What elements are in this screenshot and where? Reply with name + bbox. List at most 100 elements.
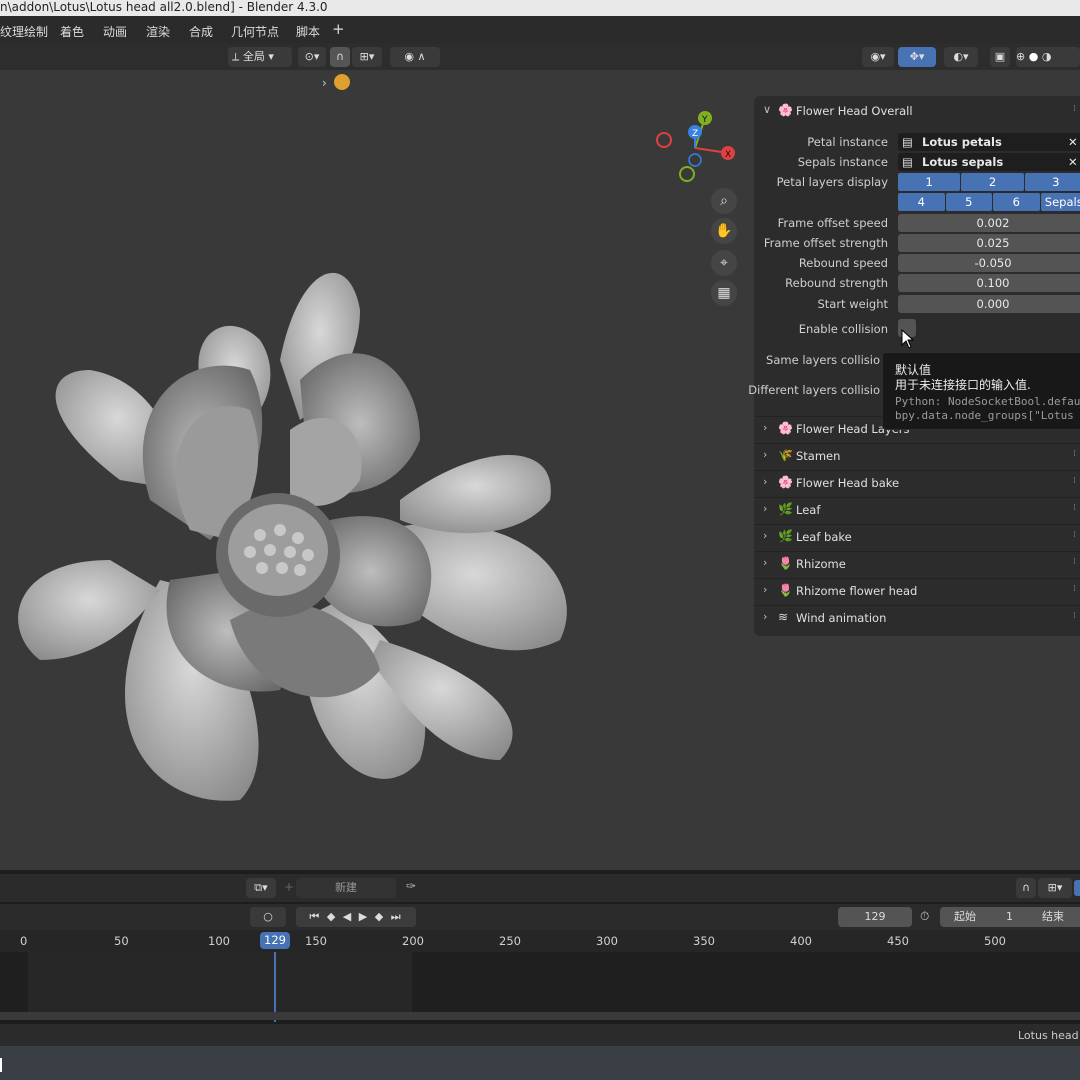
snap-toggle[interactable]: ∩	[1016, 878, 1036, 898]
pin-icon[interactable]: ✑	[406, 879, 416, 893]
add-workspace-button[interactable]: +	[332, 20, 345, 38]
play-icon[interactable]: ▶	[359, 910, 369, 923]
filter-toggle[interactable]	[1074, 880, 1080, 896]
drag-handle-icon[interactable]: ⁞	[1073, 449, 1076, 459]
frame-ruler[interactable]: 0 50 100 150 200 250 300 350 400 450 500…	[0, 930, 1080, 952]
end-frame-field[interactable]: 结束	[1034, 907, 1080, 927]
editor-type-dropdown[interactable]: ⧉▾	[246, 878, 276, 898]
layer-button-4[interactable]: 4	[898, 193, 945, 211]
layer-button-2[interactable]: 2	[961, 173, 1024, 191]
collection-icon: ▤	[902, 155, 913, 169]
panel-header-rhizome-flower-head[interactable]: › 🌷 Rhizome flower head ⁞	[754, 578, 1080, 603]
close-icon[interactable]: ✕	[1068, 133, 1078, 151]
jump-start-icon[interactable]: ⏮	[309, 910, 321, 923]
layer-button-5[interactable]: 5	[945, 193, 992, 211]
tab-animation[interactable]: 动画	[103, 23, 127, 40]
auto-keying-toggle[interactable]: ○	[250, 907, 286, 927]
tab-geometry-nodes[interactable]: 几何节点	[231, 23, 279, 40]
current-frame-field[interactable]: 129	[838, 907, 912, 927]
proportional-editing[interactable]: ◉ ∧	[390, 47, 440, 67]
panel-header-stamen[interactable]: › 🌾 Stamen ⁞	[754, 443, 1080, 468]
navigation-gizmo[interactable]: X Y Z	[650, 108, 740, 188]
frame-tick: 50	[114, 934, 129, 948]
petal-instance-field[interactable]: ▤ Lotus petals ✕	[898, 133, 1080, 151]
layer-button-sepals[interactable]: Sepals	[1040, 193, 1080, 211]
drag-handle-icon[interactable]: ⁞	[1073, 611, 1076, 621]
shading-mode-group[interactable]: ⊕ ● ◑	[1016, 47, 1080, 67]
close-icon[interactable]: ✕	[1068, 153, 1078, 171]
pivot-point-dropdown[interactable]: ⊙▾	[298, 47, 326, 67]
rebound-strength-label: Rebound strength	[785, 276, 888, 290]
tab-rendering[interactable]: 渲染	[146, 23, 170, 40]
snap-target-dropdown[interactable]: ⊞▾	[352, 47, 382, 67]
panel-header-flower-head-bake[interactable]: › 🌸 Flower Head bake ⁞	[754, 470, 1080, 495]
drag-handle-icon[interactable]: ⁞	[1073, 503, 1076, 513]
panel-header-wind-animation[interactable]: › ≋ Wind animation ⁞	[754, 605, 1080, 630]
chevron-right-icon: ›	[763, 475, 768, 488]
panel-header-rhizome[interactable]: › 🌷 Rhizome ⁞	[754, 551, 1080, 576]
drag-handle-icon[interactable]: ⁞	[1073, 530, 1076, 540]
chevron-right-icon: ›	[763, 610, 768, 623]
play-reverse-icon[interactable]: ◀	[343, 910, 353, 923]
snap-toggle[interactable]: ∩	[330, 47, 350, 67]
layer-button-1[interactable]: 1	[898, 173, 961, 191]
section-title: Leaf	[796, 503, 821, 517]
drag-handle-icon[interactable]: ⁞	[1073, 104, 1076, 114]
stopwatch-icon[interactable]: ⏱	[920, 909, 929, 924]
frame-offset-speed-field[interactable]: 0.002	[898, 214, 1080, 232]
layer-button-3[interactable]: 3	[1024, 173, 1080, 191]
frame-offset-strength-field[interactable]: 0.025	[898, 234, 1080, 252]
jump-end-icon[interactable]: ⏭	[391, 910, 403, 923]
pivot-icon: ⊙▾	[304, 50, 320, 63]
sepals-instance-field[interactable]: ▤ Lotus sepals ✕	[898, 153, 1080, 171]
start-frame-field[interactable]: 起始 1	[940, 907, 1046, 927]
playhead-marker[interactable]: 129	[260, 932, 290, 949]
material-preview-icon[interactable]	[334, 74, 350, 90]
transform-orientation-dropdown[interactable]: ⟂ 全局 ▾	[228, 47, 292, 67]
drag-handle-icon[interactable]: ⁞	[1073, 584, 1076, 594]
stamen-icon: 🌾	[778, 448, 793, 462]
tab-texture-paint[interactable]: 纹理绘制	[0, 23, 48, 40]
panel-header-flower-head-overall[interactable]: ∨ 🌸 Flower Head Overall ⁞	[754, 99, 1080, 123]
panel-header-leaf-bake[interactable]: › 🌿 Leaf bake ⁞	[754, 524, 1080, 549]
drag-handle-icon[interactable]: ⁞	[1073, 476, 1076, 486]
tab-compositing[interactable]: 合成	[189, 23, 213, 40]
timeline-scrollbar[interactable]	[0, 1012, 1080, 1020]
gizmo-icon: ✥▾	[909, 50, 925, 63]
rebound-strength-field[interactable]: 0.100	[898, 274, 1080, 292]
panel-header-leaf[interactable]: › 🌿 Leaf ⁞	[754, 497, 1080, 522]
panel-title: Flower Head Overall	[796, 104, 913, 118]
tab-shading[interactable]: 着色	[60, 23, 84, 40]
prev-keyframe-icon[interactable]: ◆	[327, 910, 337, 923]
drag-handle-icon[interactable]: ⁞	[1073, 557, 1076, 567]
timeline-tracks[interactable]	[0, 952, 1080, 1022]
material-shading-icon[interactable]: ◑	[1042, 50, 1052, 63]
add-icon[interactable]: +	[284, 880, 294, 894]
overlay-toggle[interactable]: ◐▾	[944, 47, 978, 67]
section-title: Rhizome flower head	[796, 584, 918, 598]
next-keyframe-icon[interactable]: ◆	[375, 910, 385, 923]
start-weight-field[interactable]: 0.000	[898, 295, 1080, 313]
visibility-dropdown[interactable]: ◉▾	[862, 47, 894, 67]
zoom-icon[interactable]: ⌕	[711, 188, 737, 214]
taskbar-indicator	[0, 1058, 2, 1072]
collapse-arrow-icon[interactable]: ›	[322, 76, 327, 90]
gizmo-y-label: Y	[701, 115, 708, 125]
solid-shading-icon[interactable]: ●	[1029, 50, 1039, 63]
petal-layers-label: Petal layers display	[776, 175, 888, 189]
grid-view-icon[interactable]: ▦	[711, 280, 737, 306]
rebound-speed-field[interactable]: -0.050	[898, 254, 1080, 272]
playback-controls: ○ ⏮ ◆ ◀ ▶ ◆ ⏭ 129 ⏱ 起始 1 结束	[0, 904, 1080, 930]
camera-icon[interactable]: ⌖	[711, 250, 737, 276]
xray-toggle[interactable]: ▣	[990, 47, 1010, 67]
tab-scripting[interactable]: 脚本	[296, 23, 320, 40]
frame-tick: 100	[208, 934, 230, 948]
gizmo-toggle[interactable]: ✥▾	[898, 47, 936, 67]
sepals-instance-label: Sepals instance	[797, 155, 888, 169]
wireframe-shading-icon[interactable]: ⊕	[1016, 50, 1025, 63]
hand-pan-icon[interactable]: ✋	[711, 218, 737, 244]
new-action-button[interactable]: 新建	[296, 878, 396, 898]
layer-button-6[interactable]: 6	[993, 193, 1040, 211]
snap-mode-dropdown[interactable]: ⊞▾	[1038, 878, 1072, 898]
petal-instance-row: Petal instance ▤ Lotus petals ✕	[754, 132, 1080, 152]
